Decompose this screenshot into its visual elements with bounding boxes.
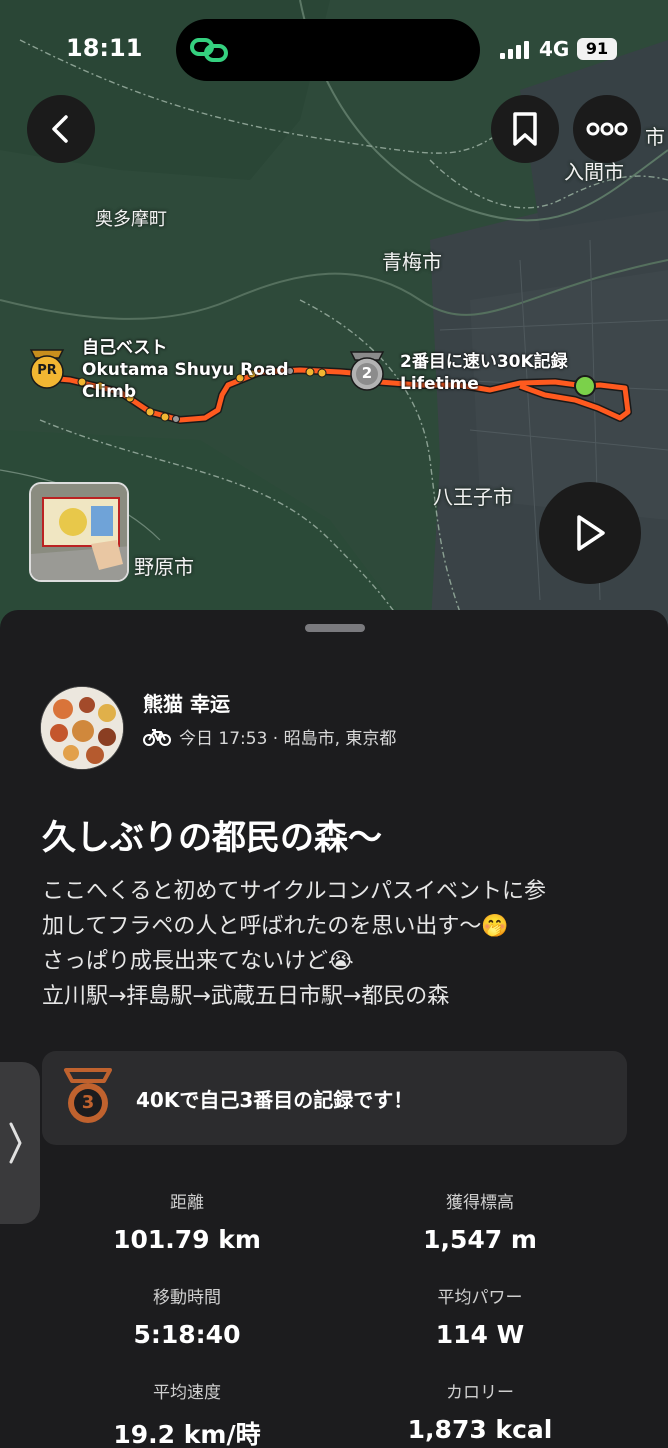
stat-avg-power: 平均パワー 114 W (350, 1283, 610, 1349)
place-label-okutama: 奥多摩町 (95, 209, 167, 230)
link-icon (190, 38, 228, 62)
avatar-image (41, 687, 123, 769)
bronze-medal-icon: 3 (62, 1067, 114, 1127)
stat-distance: 距離 101.79 km (57, 1188, 317, 1254)
pr-segment-line2: Okutama Shuyu Road (82, 360, 289, 380)
second-segment-line1: 2番目に速い30K記録 (400, 352, 568, 372)
stat-value: 1,873 kcal (407, 1415, 553, 1444)
status-time: 18:11 (66, 34, 143, 62)
stat-label: 獲得標高 (446, 1193, 514, 1213)
stat-value: 1,547 m (423, 1225, 537, 1254)
more-dots-icon (586, 122, 628, 136)
pr-segment-marker[interactable]: PR (27, 348, 67, 390)
second-best-marker[interactable]: 2 (347, 350, 387, 392)
stat-elevation: 獲得標高 1,547 m (350, 1188, 610, 1254)
activity-meta-text: 今日 17:53 · 昭島市, 東京都 (179, 729, 397, 749)
athlete-name[interactable]: 熊猫 幸运 (143, 688, 230, 717)
place-label-fragment: 市 (645, 125, 665, 149)
network-type: 4G (539, 37, 570, 61)
bookmark-icon (513, 112, 537, 146)
activity-title: 久しぶりの都民の森〜 (42, 818, 382, 858)
pr-segment-label[interactable]: 自己ベスト Okutama Shuyu Road Climb (82, 337, 289, 403)
stat-label: カロリー (446, 1383, 514, 1403)
second-segment-label[interactable]: 2番目に速い30K記録 Lifetime (400, 351, 568, 395)
stat-value: 114 W (435, 1320, 525, 1349)
play-icon (577, 515, 605, 551)
place-label-hinohara: 野原市 (134, 555, 194, 579)
activity-sheet[interactable]: 熊猫 幸运 今日 17:53 · 昭島市, 東京都 久しぶりの都民の森〜 ここへ… (0, 610, 668, 1448)
battery-indicator: 91 (577, 38, 617, 60)
stat-avg-speed: 平均速度 19.2 km/時 (57, 1378, 317, 1448)
chevron-right-icon (9, 1122, 22, 1164)
bookmark-button[interactable] (491, 95, 559, 163)
stat-label: 移動時間 (153, 1288, 221, 1308)
stat-value: 5:18:40 (133, 1320, 241, 1349)
description-line: 立川駅→拝島駅→武蔵五日市駅→都民の森 (42, 984, 450, 1009)
pr-segment-line3: Climb (82, 382, 137, 402)
photo-image (31, 484, 127, 580)
achievement-text: 40Kで自己3番目の記録です！ (136, 1088, 414, 1112)
pr-segment-line1: 自己ベスト (82, 338, 168, 358)
avatar[interactable] (40, 686, 124, 770)
route-map[interactable]: 奥多摩町 青梅市 入間市 市 八王子市 野原市 PR 自己ベスト Okutama… (0, 0, 668, 640)
stat-moving-time: 移動時間 5:18:40 (57, 1283, 317, 1349)
sheet-grabber[interactable] (305, 624, 365, 632)
bike-icon (143, 728, 171, 746)
place-label-ome: 青梅市 (382, 250, 442, 274)
second-segment-line2: Lifetime (400, 374, 479, 394)
signal-icon (500, 41, 529, 59)
side-drawer-tab[interactable] (0, 1062, 40, 1224)
description-line: さっぱり成長出来てないけど😭 (42, 949, 354, 974)
stat-value: 101.79 km (113, 1225, 261, 1254)
chevron-left-icon (52, 115, 68, 143)
activity-description: ここへくると初めてサイクルコンパスイベントに参 加してフラペの人と呼ばれたのを思… (42, 874, 632, 1014)
activity-photo-thumbnail[interactable] (29, 482, 129, 582)
activity-meta: 今日 17:53 · 昭島市, 東京都 (143, 724, 396, 749)
stat-label: 平均パワー (437, 1288, 523, 1308)
description-line: 加してフラペの人と呼ばれたのを思い出す〜🤭 (42, 914, 509, 939)
stat-label: 距離 (170, 1193, 204, 1213)
play-flyby-button[interactable] (539, 482, 641, 584)
medal-rank: 3 (81, 1092, 95, 1113)
pr-badge-text: PR (37, 363, 57, 378)
more-button[interactable] (573, 95, 641, 163)
achievement-card[interactable]: 3 40Kで自己3番目の記録です！ (42, 1051, 627, 1145)
back-button[interactable] (27, 95, 95, 163)
place-label-hachioji: 八王子市 (433, 485, 513, 509)
description-line: ここへくると初めてサイクルコンパスイベントに参 (42, 879, 547, 904)
stat-value: 19.2 km/時 (113, 1420, 261, 1448)
second-badge-text: 2 (361, 364, 373, 382)
stat-calories: カロリー 1,873 kcal (350, 1378, 610, 1444)
stat-label: 平均速度 (153, 1383, 221, 1403)
